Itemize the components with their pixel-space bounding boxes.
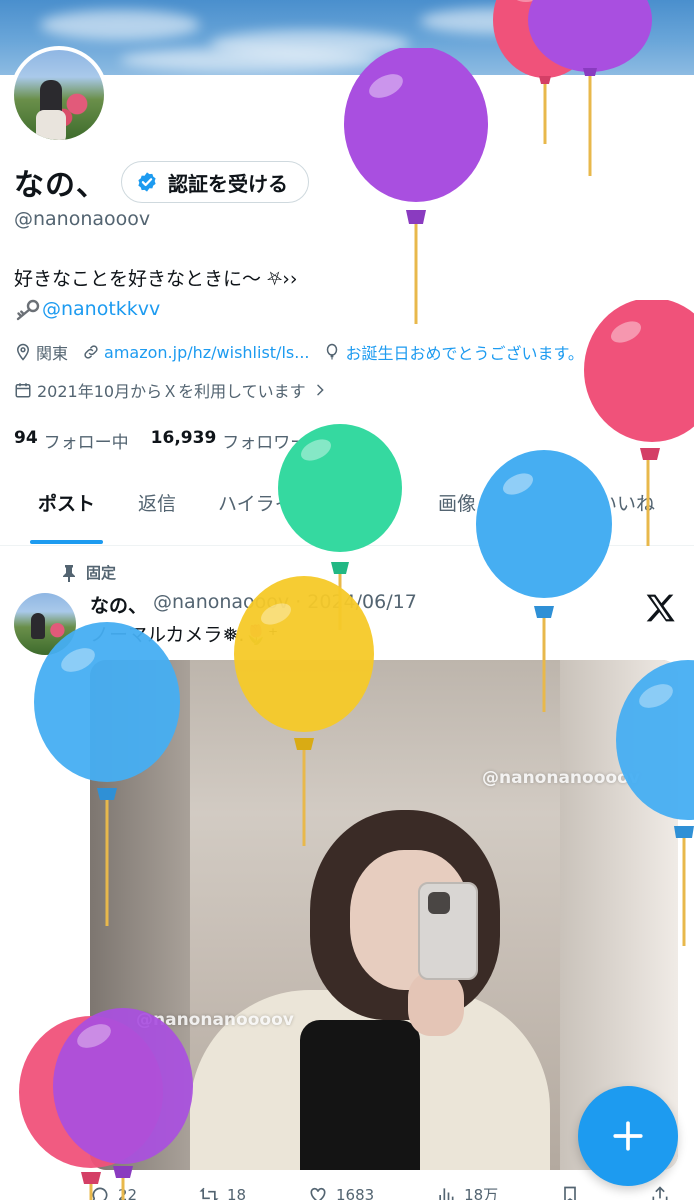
plus-icon [613,1121,643,1151]
balloon-blue-center [476,450,612,712]
following-link[interactable]: 94 フォロー中 [14,428,129,453]
balloon-icon [327,343,338,360]
bio-mention-link[interactable]: @nanotkkvv [42,298,160,320]
repost-count: 18 [227,1185,247,1200]
analytics-icon [439,1187,454,1200]
balloon-blue-right [616,660,694,946]
get-verified-label: 認証を受ける [168,171,288,196]
tab-label: ポスト [38,493,96,515]
views-button[interactable]: 18万 [436,1184,498,1200]
balloon-yellow [234,576,374,846]
joined-text: 2021年10月からＸを利用しています [37,382,306,401]
location-text: 関東 [36,344,69,363]
profile-bio: 好きなことを好きなときに〜 ⛧›› @nanotkkvv [14,264,297,324]
tab-label: 画像 [438,493,477,515]
tab-posts[interactable]: ポスト [30,478,104,546]
location-pin-icon [16,343,30,361]
share-icon [652,1185,668,1200]
pinned-indicator: 固定 [62,562,116,583]
like-button[interactable]: 1683 [308,1184,374,1200]
tab-replies[interactable]: 返信 [138,478,176,546]
verified-badge-icon [138,172,156,192]
balloon-purple-bottom [53,1008,193,1200]
chevron-right-icon [316,384,324,396]
balloon-purple-large [344,48,488,324]
bio-text: 好きなことを好きなときに〜 ⛧›› [14,268,298,290]
balloon-blue-left [34,622,180,926]
view-count: 18万 [464,1186,499,1200]
balloon-purple-top [528,0,652,176]
heart-icon [310,1187,326,1200]
website-link[interactable]: amazon.jp/hz/wishlist/ls... [104,343,309,362]
repost-icon [199,1187,219,1200]
bio-link-row: @nanotkkvv [14,294,297,324]
like-count: 1683 [336,1185,375,1200]
following-count: 94 [14,428,38,448]
tab-images[interactable]: 画像 [438,478,476,546]
birthday-text: お誕生日おめでとうございます。 [345,344,584,363]
active-tab-indicator [30,540,104,544]
link-icon [84,345,98,359]
calendar-icon [15,383,31,398]
joined-date[interactable]: 2021年10月からＸを利用しています [14,378,333,402]
pin-icon [63,564,75,582]
bookmark-button[interactable] [560,1184,588,1200]
profile-meta: 関東 amazon.jp/hz/wishlist/ls... お誕生日おめでとう… [14,340,598,364]
following-label: フォロー中 [43,433,129,453]
x-logo-icon[interactable] [644,592,676,624]
profile-name-row: なの、 認証を受ける [14,160,309,204]
bookmark-icon [564,1186,576,1200]
profile-avatar[interactable] [10,46,108,144]
tab-label: 返信 [138,493,177,515]
display-name: なの、 [14,168,107,203]
share-button[interactable] [650,1184,678,1200]
pinned-label: 固定 [86,564,117,582]
get-verified-button[interactable]: 認証を受ける [121,161,309,203]
website-item[interactable]: amazon.jp/hz/wishlist/ls... [82,343,309,362]
compose-post-button[interactable] [578,1086,678,1186]
birthday-item: お誕生日おめでとうございます。 [323,340,584,364]
followers-count: 16,939 [150,428,217,448]
post-author[interactable]: なの、 [90,591,147,618]
location-item: 関東 [14,340,68,364]
repost-button[interactable]: 18 [199,1184,246,1200]
profile-handle: @nanonaooov [14,208,151,230]
key-icon [16,299,40,320]
